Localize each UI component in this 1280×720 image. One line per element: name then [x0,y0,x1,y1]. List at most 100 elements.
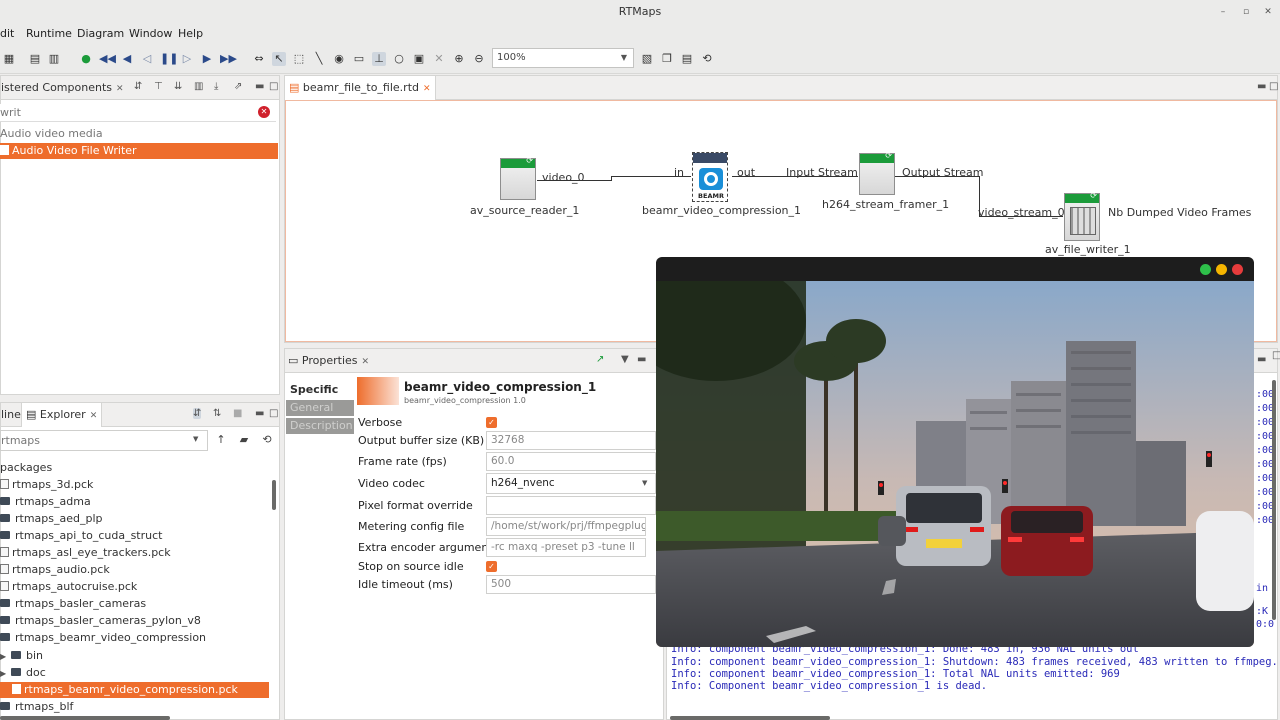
console-scrollbar[interactable] [1272,380,1276,620]
tree-item[interactable]: rtmaps_blf [0,699,270,715]
tree-item[interactable]: rtmaps_adma [0,494,270,510]
close-icon[interactable]: ✕ [1261,5,1275,19]
tree-root[interactable]: packages [0,460,270,476]
minimize-panel-icon[interactable]: ▬ [255,81,264,92]
tab-diagram-file[interactable]: ▤ beamr_file_to_file.rtd ✕ [285,76,436,100]
fast-forward-icon[interactable]: ▶▶ [220,52,237,66]
tree-item[interactable]: rtmaps_3d.pck [0,477,270,493]
save-icon[interactable]: ▤ [28,52,42,66]
save-all-icon[interactable]: ▥ [47,52,61,66]
tab-registered-components[interactable]: istered Components ✕ [1,81,124,94]
export-icon[interactable]: ↗ [596,354,604,365]
tree-item[interactable]: rtmaps_autocruise.pck [0,579,270,595]
comment-icon[interactable]: ▭ [352,52,366,66]
close-icon[interactable]: ✕ [116,84,124,94]
play-back-icon[interactable]: ◁ [140,52,154,66]
port-out[interactable]: out [737,166,755,179]
close-icon[interactable]: ✕ [362,357,370,367]
tree-item[interactable]: rtmaps_api_to_cuda_struct [0,528,270,544]
component-av-file-writer[interactable] [1064,191,1100,241]
pointer-icon[interactable]: ↖ [272,52,286,66]
menu-help[interactable]: Help [178,27,203,40]
window-red-dot-icon[interactable] [1232,264,1243,275]
minimize-panel-icon[interactable]: ▬ [637,354,646,365]
menu-edit[interactable]: dit [0,27,14,40]
tree-item[interactable]: rtmaps_aed_plp [0,511,270,527]
component-audio-video-file-writer[interactable]: Audio Video File Writer [0,143,278,159]
delete-icon[interactable]: ✕ [432,52,446,66]
paste-icon[interactable]: ▤ [680,52,694,66]
import-icon[interactable]: ⤓ [214,81,218,92]
close-icon[interactable]: ✕ [90,411,98,421]
tree-item[interactable]: ▶ bin [0,648,270,664]
port-in[interactable]: in [674,166,684,179]
component-h264-stream-framer[interactable] [859,151,895,195]
link-mode-icon[interactable]: ⊥ [372,52,386,66]
port-output-stream[interactable]: Output Stream [902,166,984,179]
play-icon[interactable]: ▷ [180,52,194,66]
component-search-input[interactable]: writ ✕ [0,104,276,122]
sort-desc-icon[interactable]: ⇅ [213,408,221,419]
copy-icon[interactable]: ❐ [660,52,674,66]
window-green-dot-icon[interactable] [1200,264,1211,275]
video-viewer-window[interactable] [656,257,1254,647]
explorer-hscrollbar[interactable] [0,716,170,720]
prop-video-codec-select[interactable]: h264_nvenc ▼ [486,473,656,494]
new-diagram-icon[interactable]: ▦ [2,52,16,66]
select-area-icon[interactable]: ⬚ [292,52,306,66]
tree-item[interactable]: rtmaps_audio.pck [0,562,270,578]
align-icon[interactable]: ▧ [640,52,654,66]
chevron-down-icon[interactable]: ▼ [616,49,632,67]
menu-runtime[interactable]: Runtime [26,27,72,40]
explorer-path-combo[interactable]: rtmaps ▼ [0,430,208,451]
component-av-source-reader[interactable] [500,156,536,200]
clear-search-icon[interactable]: ✕ [258,106,270,118]
port-video-stream-0[interactable]: video_stream_0 [978,206,1065,219]
maximize-panel-icon[interactable]: □ [269,81,278,92]
library-icon[interactable]: ▥ [194,81,203,92]
sort-icon[interactable]: ⇵ [134,81,142,92]
maximize-panel-icon[interactable]: □ [269,408,278,419]
prop-stop-idle-checkbox[interactable]: ✓ [486,561,497,572]
run-icon[interactable]: ● [79,52,93,66]
folder-icon[interactable]: ▰ [235,433,253,446]
prop-metering-config-field[interactable]: /home/st/work/prj/ffmpegplugin [486,517,646,536]
tab-specific[interactable]: Specific [286,382,354,398]
category-audio-video-media[interactable]: Audio video media [0,126,278,142]
refresh-icon[interactable]: ⟲ [258,433,276,446]
prop-extra-args-field[interactable]: -rc maxq -preset p3 -tune ll [486,538,646,557]
tree-item[interactable]: rtmaps_basler_cameras_pylon_v8 [0,613,270,629]
window-yellow-dot-icon[interactable] [1216,264,1227,275]
pause-icon[interactable]: ❚❚ [160,52,178,66]
prop-idle-timeout-field[interactable]: 500 [486,575,656,594]
minimize-icon[interactable]: – [1216,5,1230,19]
menu-window[interactable]: Window [129,27,172,40]
rewind-icon[interactable]: ◀◀ [99,52,116,66]
step-forward-icon[interactable]: ▶ [200,52,214,66]
tab-explorer[interactable]: ▤ Explorer ✕ [21,403,103,427]
prop-verbose-checkbox[interactable]: ✓ [486,417,497,428]
tree-item[interactable]: rtmaps_asl_eye_trackers.pck [0,545,270,561]
sort-icon[interactable]: ⇵ [193,408,202,419]
explorer-scrollbar[interactable] [272,480,276,510]
minimize-panel-icon[interactable]: ▬ [1257,81,1266,92]
tab-properties[interactable]: ▭ Properties ✕ [288,354,369,367]
connect-icon[interactable]: ╲ [312,52,326,66]
tab-general[interactable]: General [286,400,354,416]
tree-item-selected[interactable]: rtmaps_beamr_video_compression.pck [0,682,269,698]
pan-icon[interactable]: ⇔ [252,52,266,66]
zoom-out-icon[interactable]: ⊖ [472,52,486,66]
close-icon[interactable]: ✕ [423,84,431,94]
tree-item[interactable]: ▶ doc [0,665,270,681]
tab-description[interactable]: Description [286,418,354,434]
record-icon[interactable]: ◉ [332,52,346,66]
collapse-icon[interactable]: ⇊ [174,81,182,92]
tab-outline[interactable]: line [1,408,21,421]
port-video-0[interactable]: video_0 [542,171,585,184]
prop-frame-rate-field[interactable]: 60.0 [486,452,656,471]
maximize-panel-icon[interactable]: □ [1269,81,1278,92]
tree-item[interactable]: rtmaps_beamr_video_compression [0,630,270,646]
prop-output-buffer-field[interactable]: 32768 [486,431,656,450]
zoom-select[interactable]: 100% [492,48,634,68]
tree-item[interactable]: rtmaps_basler_cameras [0,596,270,612]
